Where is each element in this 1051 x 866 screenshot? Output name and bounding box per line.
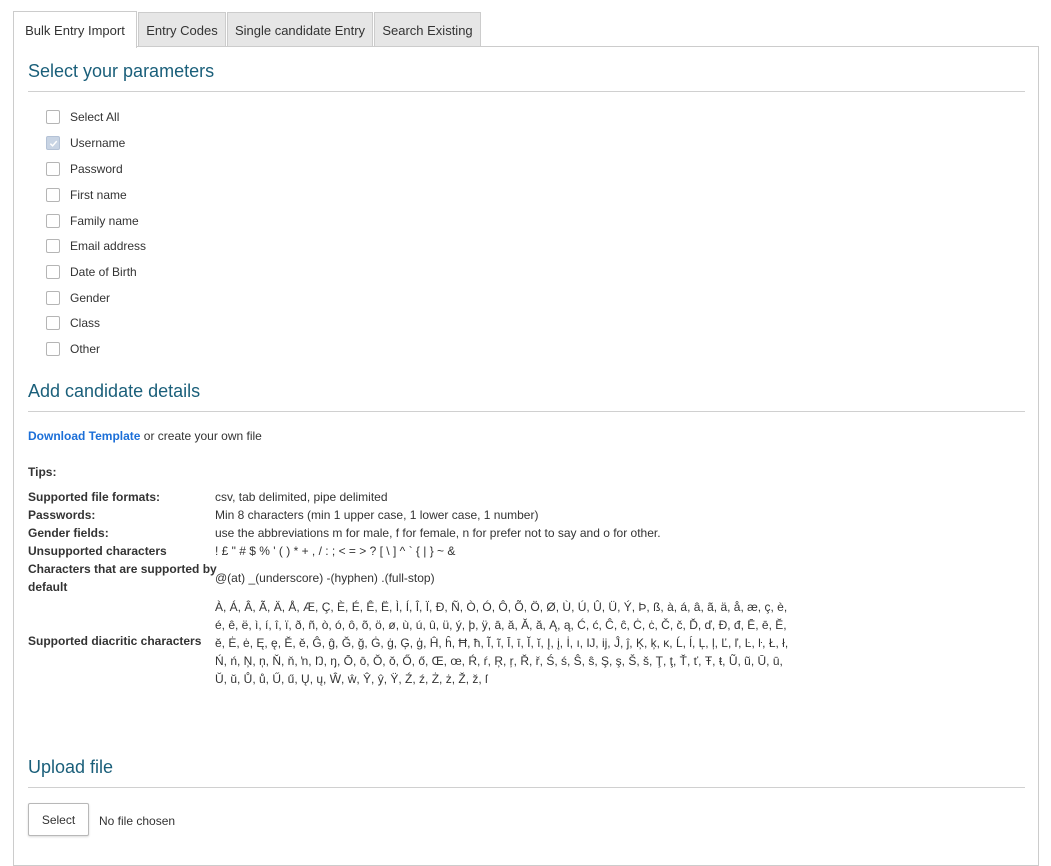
checkbox[interactable] — [46, 188, 60, 202]
tip-value-passwords: Min 8 characters (min 1 upper case, 1 lo… — [215, 508, 539, 522]
checkbox-label: Class — [70, 316, 101, 330]
parameters-heading: Select your parameters — [28, 61, 215, 81]
tip-value-file-formats: csv, tab delimited, pipe delimited — [215, 490, 388, 504]
tip-label-diacritics: Supported diacritic characters — [28, 634, 202, 648]
checkbox-label: Family name — [70, 214, 139, 228]
checkbox[interactable] — [46, 265, 60, 279]
checkbox-label: Email address — [70, 239, 147, 253]
checkbox[interactable] — [46, 162, 60, 176]
checkbox-label: First name — [70, 188, 127, 202]
checkbox-family-name[interactable]: Family name — [46, 212, 139, 230]
tip-label-gender-fields: Gender fields: — [28, 526, 109, 540]
tip-label-unsupported-characters: Unsupported characters — [28, 544, 167, 558]
tip-label-file-formats: Supported file formats: — [28, 490, 161, 504]
checkbox-first-name[interactable]: First name — [46, 186, 127, 204]
checkbox-label: Username — [70, 136, 126, 150]
tip-label-passwords: Passwords: — [28, 508, 96, 522]
checkbox[interactable] — [46, 291, 60, 305]
checkbox-select-all[interactable]: Select All — [46, 108, 119, 126]
file-status: No file chosen — [99, 814, 176, 828]
checkbox[interactable] — [46, 316, 60, 330]
divider — [28, 411, 1025, 412]
tip-value-supported-default: @(at) _(underscore) -(hyphen) .(full-sto… — [215, 571, 435, 585]
tab-bulk-entry-import[interactable]: Bulk Entry Import — [13, 11, 137, 48]
checkbox-label: Password — [70, 162, 123, 176]
checkbox-other[interactable]: Other — [46, 340, 100, 358]
tip-value-diacritics: À, Á, Â, Ã, Ä, Å, Æ, Ç, È, É, Ê, Ë, Ì, Í… — [215, 600, 789, 686]
download-template-link[interactable]: Download Template — [28, 429, 140, 443]
tips-title: Tips: — [28, 465, 57, 479]
checkmark-icon — [49, 140, 57, 147]
tip-value-gender-fields: use the abbreviations m for male, f for … — [215, 526, 661, 540]
checkbox-label: Select All — [70, 110, 120, 124]
upload-heading: Upload file — [28, 757, 114, 777]
divider — [28, 787, 1025, 788]
checkbox[interactable] — [46, 214, 60, 228]
tip-label-supported-default-line2: default — [28, 580, 68, 594]
checkbox-label: Gender — [70, 291, 111, 305]
checkbox-date-of-birth[interactable]: Date of Birth — [46, 263, 137, 281]
checkbox-checked[interactable] — [46, 136, 60, 150]
checkbox-label: Other — [70, 342, 101, 356]
checkbox-email-address[interactable]: Email address — [46, 237, 146, 255]
tab-search-existing[interactable]: Search Existing — [374, 12, 481, 47]
checkbox[interactable] — [46, 110, 60, 124]
checkbox-gender[interactable]: Gender — [46, 289, 110, 307]
checkbox[interactable] — [46, 342, 60, 356]
tip-value-unsupported-characters: ! £ " # $ % ' ( ) * + , / : ; < = > ? [ … — [215, 544, 456, 558]
tab-single-candidate-entry[interactable]: Single candidate Entry — [227, 12, 373, 47]
divider — [28, 91, 1025, 92]
download-suffix: or create your own file — [140, 429, 262, 443]
download-line: Download Template or create your own fil… — [28, 429, 262, 443]
tab-entry-codes[interactable]: Entry Codes — [138, 12, 226, 47]
tab-panel — [13, 46, 1039, 866]
candidate-details-heading: Add candidate details — [28, 381, 201, 401]
checkbox[interactable] — [46, 239, 60, 253]
tab-bar: Bulk Entry Import Entry Codes Single can… — [13, 10, 482, 48]
checkbox-class[interactable]: Class — [46, 314, 100, 332]
select-file-button[interactable]: Select — [28, 803, 89, 836]
checkbox-label: Date of Birth — [70, 265, 137, 279]
checkbox-username[interactable]: Username — [46, 134, 125, 152]
tip-label-supported-default-line1: Characters that are supported by — [28, 562, 217, 576]
checkbox-password[interactable]: Password — [46, 160, 123, 178]
